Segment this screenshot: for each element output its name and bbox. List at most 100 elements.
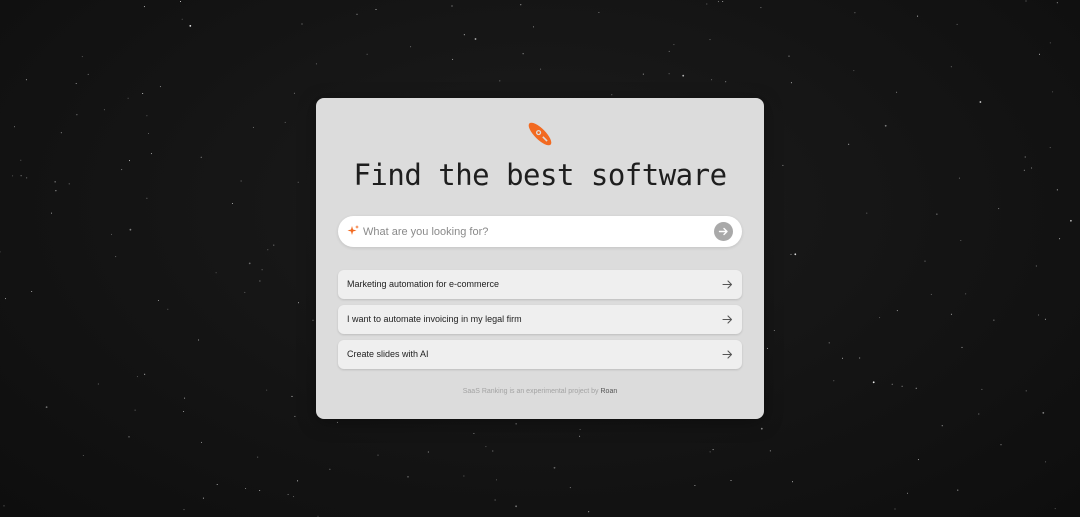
star [730,480,732,481]
star [941,425,943,427]
suggestion-item[interactable]: Create slides with AI [338,340,742,369]
star [588,511,590,513]
suggestion-label: Marketing automation for e-commerce [347,279,500,289]
star [673,44,675,46]
suggestion-item[interactable]: Marketing automation for e-commerce [338,270,742,299]
star [1049,147,1051,149]
star [848,143,850,145]
star [121,169,123,171]
star [981,388,983,390]
star [879,317,881,319]
star [252,126,254,128]
star [297,181,299,183]
rocket-logo-icon [528,122,552,146]
star [540,68,542,70]
star [694,485,696,486]
footer-author-link[interactable]: Roan [601,388,618,395]
star [1038,314,1040,316]
star [917,15,919,17]
star [377,454,379,456]
star [957,489,959,491]
star [1035,265,1037,267]
star [492,450,494,452]
star [427,451,429,453]
star [1023,169,1025,171]
suggestion-label: Create slides with AI [347,349,429,359]
star [522,53,524,55]
star [315,63,317,65]
star [998,208,1000,210]
star [356,13,358,15]
star [97,383,99,385]
star [709,39,711,41]
star [842,357,843,359]
star [725,81,727,83]
star [1025,0,1027,2]
star [5,298,6,300]
star [790,253,792,255]
star [81,56,83,58]
star [329,468,331,470]
star [891,383,893,385]
star [760,427,763,430]
star [115,256,117,258]
star [993,319,995,321]
star [884,124,887,127]
star [231,203,233,204]
star [1054,508,1056,510]
star [901,385,903,387]
star [134,409,136,411]
star [146,115,148,117]
star [201,441,202,443]
star [298,302,299,304]
arrow-right-icon [722,280,733,289]
search-input[interactable] [363,216,703,247]
suggestion-item[interactable]: I want to automate invoicing in my legal… [338,305,742,334]
arrow-right-icon [718,227,728,236]
search-bar[interactable] [338,216,742,247]
star [907,492,908,494]
star [180,1,181,2]
star [965,293,967,295]
star [54,181,56,183]
star [142,93,144,94]
arrow-right-icon [722,350,733,359]
star [853,70,855,72]
star [20,175,22,177]
star [1070,219,1072,222]
star [917,459,919,461]
star [712,449,714,451]
star [287,494,289,495]
star [682,74,685,77]
star [0,251,1,253]
star [189,25,192,27]
star [894,508,896,510]
star [782,164,784,166]
star [26,177,28,179]
star [533,26,534,28]
star [410,46,412,48]
star [711,79,713,81]
star [788,55,790,57]
star [1025,390,1027,392]
star [284,121,286,123]
star [499,80,501,82]
star [294,415,296,417]
star [45,406,48,408]
star [14,126,15,128]
star [1024,156,1026,158]
star [473,433,475,434]
star [129,228,132,231]
star [291,395,293,397]
star [60,132,62,134]
star [956,23,958,25]
star [961,346,963,348]
star [1000,444,1002,446]
star [375,9,377,10]
star [51,212,52,214]
star [244,291,246,293]
star [157,300,159,301]
star [915,387,917,389]
search-submit-button[interactable] [714,222,733,241]
suggestion-label: I want to automate invoicing in my legal… [347,314,522,324]
